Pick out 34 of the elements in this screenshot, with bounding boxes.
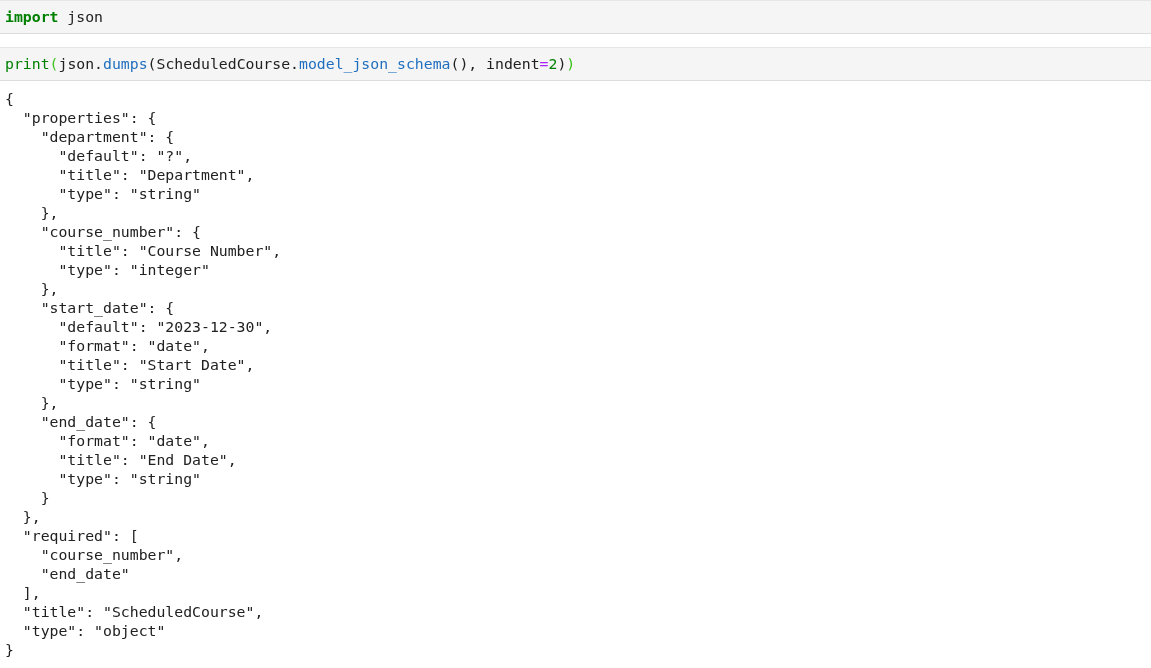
output-line: { — [5, 89, 15, 108]
output-line: "type": "string" — [57, 184, 202, 203]
output-line: ], — [21, 583, 42, 602]
output-line: "title": "End Date", — [57, 450, 238, 469]
output-line: "type": "object" — [21, 621, 167, 640]
code-line: import json — [5, 8, 104, 25]
output-line: "default": "2023-12-30", — [57, 317, 274, 336]
output-line: "format": "date", — [57, 431, 211, 450]
output-line: }, — [39, 203, 60, 222]
output-line: "default": "?", — [57, 146, 194, 165]
output-line: "end_date": { — [39, 412, 158, 431]
output-line: "title": "Course Number", — [57, 241, 283, 260]
output-line: "title": "ScheduledCourse", — [21, 602, 265, 621]
code-cell[interactable]: import json — [0, 0, 1151, 34]
output-line: }, — [21, 507, 42, 526]
output-line: "start_date": { — [39, 298, 176, 317]
output-line: "title": "Start Date", — [57, 355, 256, 374]
output-line: "course_number": { — [39, 222, 202, 241]
output-line: "course_number", — [39, 545, 185, 564]
output-line: "type": "string" — [57, 374, 202, 393]
output-line: } — [5, 640, 15, 659]
code-line: print(json.dumps(ScheduledCourse.model_json_schema(), indent=2)) — [5, 55, 577, 72]
output-line: "type": "string" — [57, 469, 202, 488]
output-line: "title": "Department", — [57, 165, 256, 184]
output-line: "type": "integer" — [57, 260, 211, 279]
output-line: "department": { — [39, 127, 176, 146]
output-line: }, — [39, 279, 60, 298]
output-line: "format": "date", — [57, 336, 211, 355]
output-line: }, — [39, 393, 60, 412]
output-line: "properties": { — [21, 108, 158, 127]
output-line: "required": [ — [21, 526, 140, 545]
output-line: "end_date" — [39, 564, 131, 583]
output-line: } — [39, 488, 51, 507]
code-cell[interactable]: print(json.dumps(ScheduledCourse.model_json_schema(), indent=2)) — [0, 47, 1151, 81]
